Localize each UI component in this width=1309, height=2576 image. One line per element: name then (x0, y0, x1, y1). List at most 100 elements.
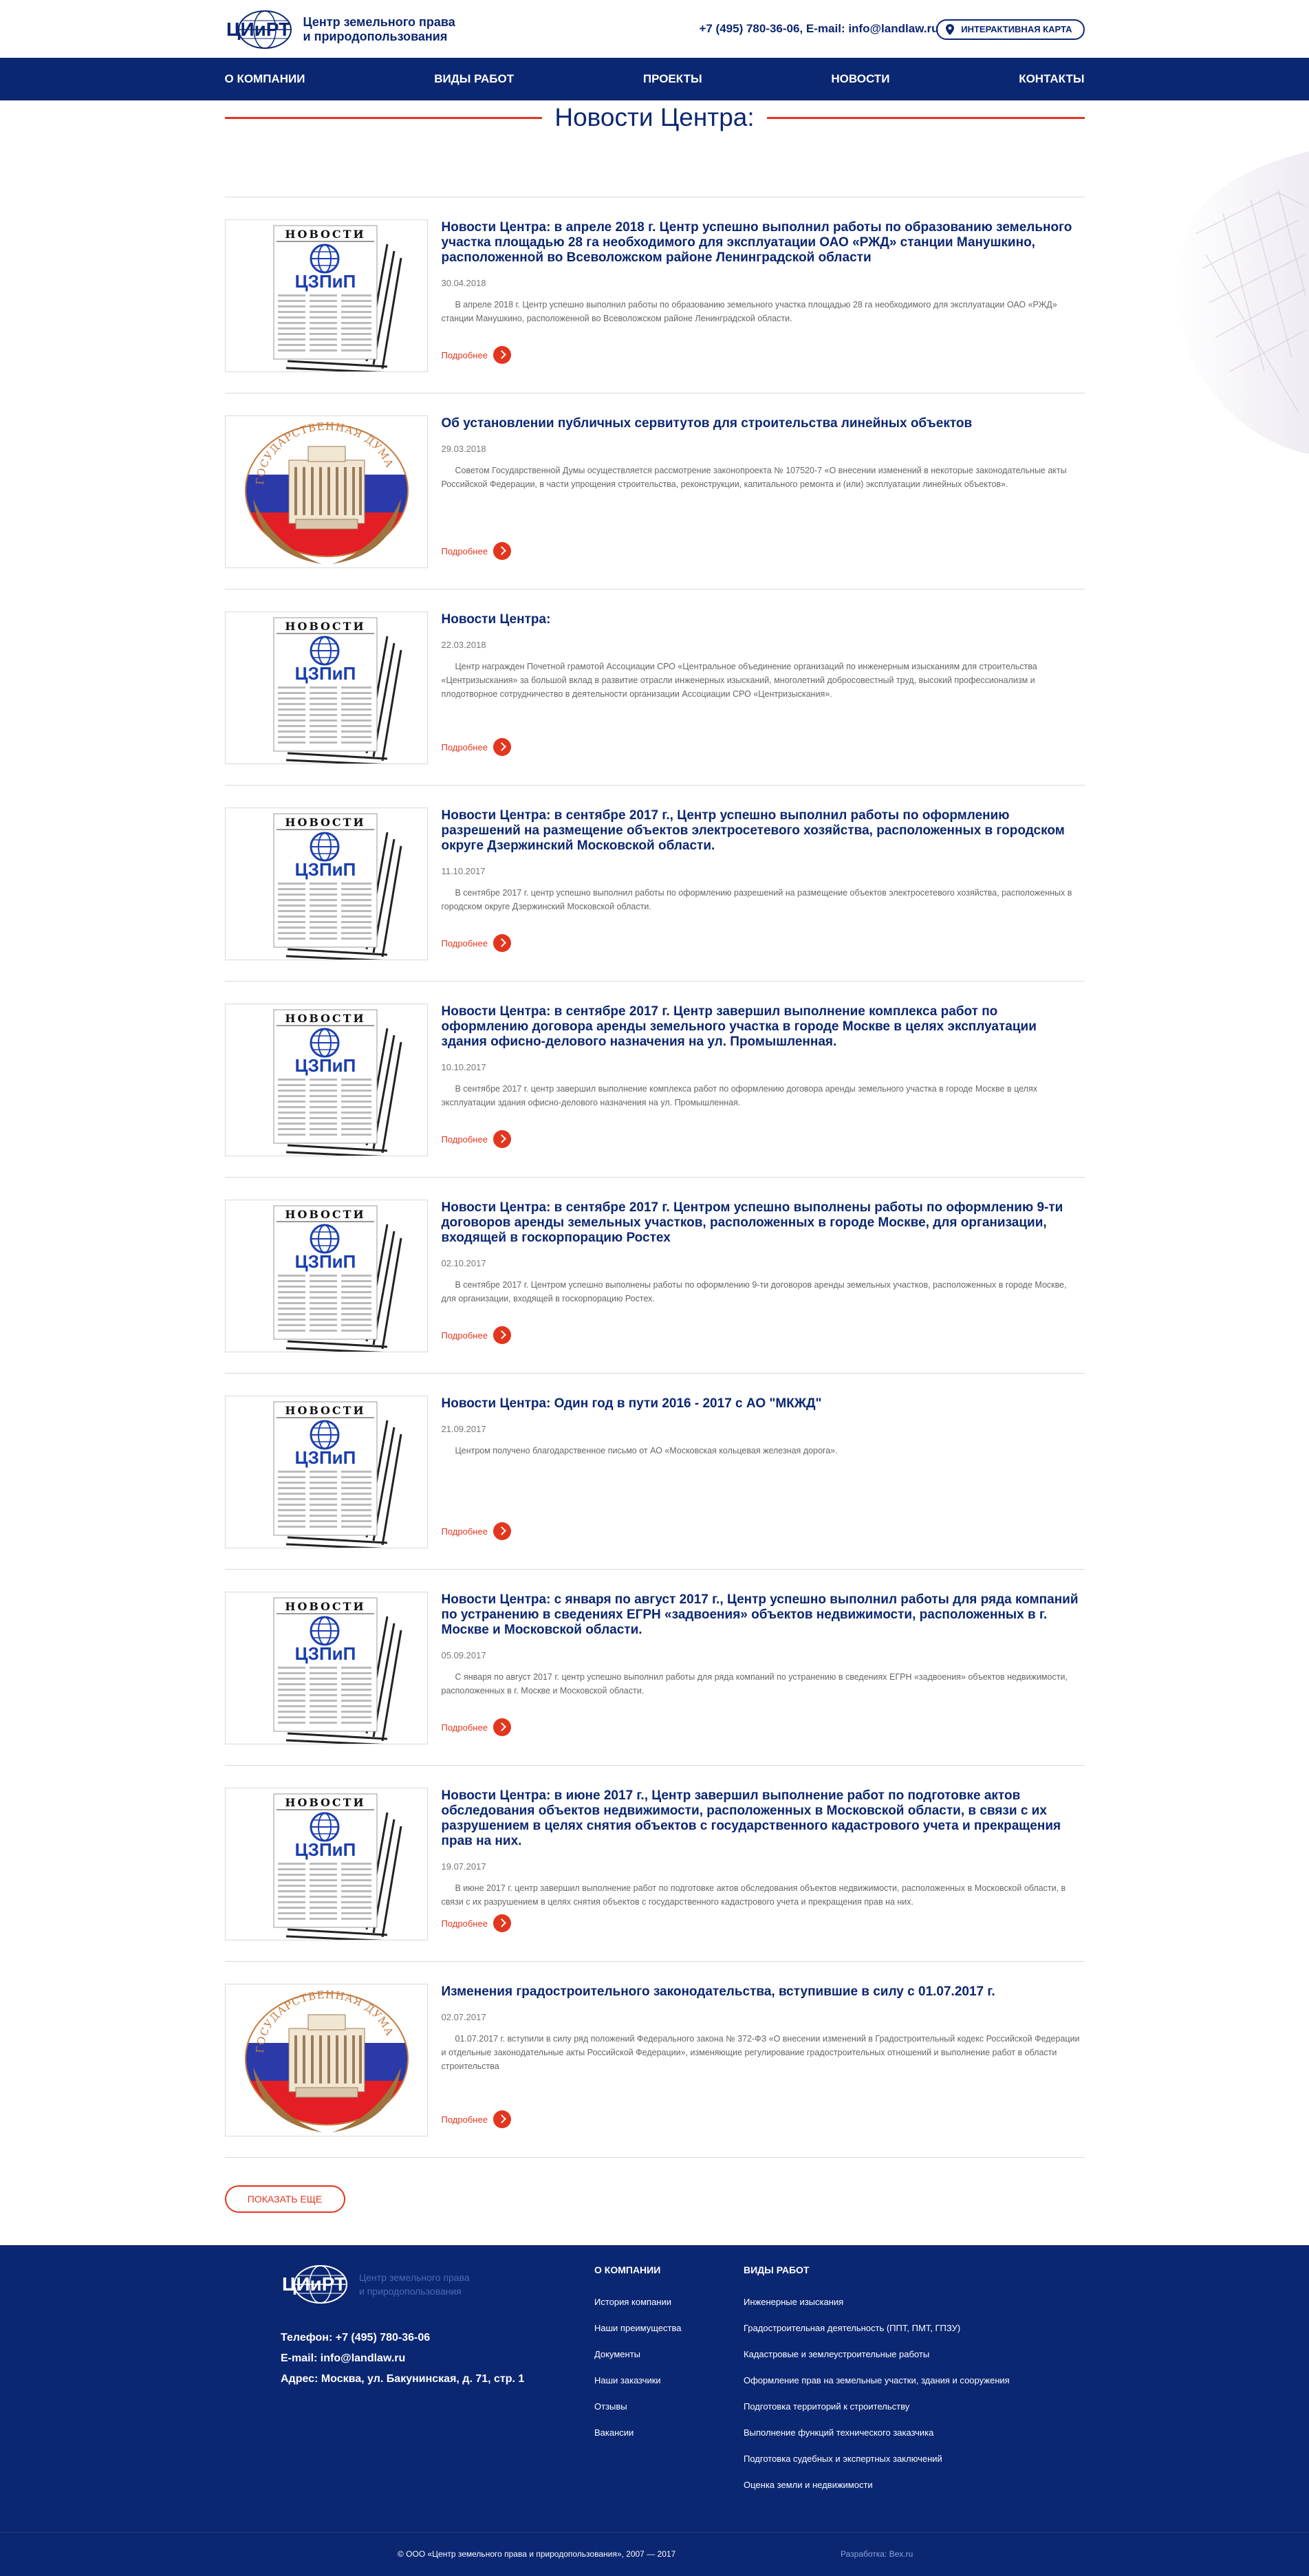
footer-contacts: Телефон: +7 (495) 780-36-06 E-mail: info… (281, 2328, 524, 2390)
news-date: 29.03.2018 (441, 444, 486, 454)
news-thumbnail[interactable]: НОВОСТИ ЦЗПиП (224, 611, 428, 764)
news-thumbnail[interactable]: ГОСУДАРСТВЕННАЯ ДУМА (224, 415, 428, 568)
newspaper-header: НОВОСТИ (285, 620, 365, 633)
news-title[interactable]: Новости Центра: в сентябре 2017 г., Цент… (442, 808, 1085, 854)
news-title[interactable]: Новости Центра: в июне 2017 г., Центр за… (442, 1788, 1085, 1849)
footer-link[interactable]: Градостроительная деятельность (ППТ, ПМТ… (744, 2315, 1010, 2341)
news-thumbnail[interactable]: НОВОСТИ ЦЗПиП (224, 1004, 428, 1156)
newspaper-header: НОВОСТИ (285, 1600, 365, 1613)
news-thumbnail[interactable]: НОВОСТИ ЦЗПиП (224, 1200, 428, 1352)
read-more-label: Подробнее (441, 1918, 488, 1929)
arrow-right-icon (493, 1914, 511, 1932)
news-title[interactable]: Новости Центра: в сентябре 2017 г. Центр… (442, 1004, 1085, 1050)
nav-item-about[interactable]: О компании (225, 72, 305, 86)
news-title[interactable]: Новости Центра: в апреле 2018 г. Центр у… (442, 220, 1085, 266)
footer-email[interactable]: E-mail: info@landlaw.ru (281, 2348, 524, 2369)
read-more-link[interactable]: Подробнее (442, 1914, 511, 1932)
nav-item-projects[interactable]: Проекты (643, 72, 702, 86)
newspaper-header: НОВОСТИ (285, 1796, 365, 1809)
footer-company-name: Центр земельного права и природопользова… (359, 2271, 470, 2298)
news-excerpt: В июне 2017 г. центр завершил выполнение… (441, 1883, 1066, 1907)
read-more-label: Подробнее (441, 938, 488, 949)
news-excerpt: С января по август 2017 г. центр успешно… (441, 1672, 1068, 1696)
footer-developer-link[interactable]: Разработка: Bex.ru (841, 2549, 913, 2559)
read-more-label: Подробнее (441, 349, 488, 360)
news-title[interactable]: Об установлении публичных сервитутов для… (442, 416, 1085, 431)
newspaper-image: НОВОСТИ ЦЗПиП (273, 1793, 402, 1940)
footer-link[interactable]: История компании (594, 2289, 682, 2315)
read-more-label: Подробнее (441, 2114, 488, 2125)
newspaper-header: НОВОСТИ (285, 1208, 365, 1221)
newspaper-logo: ЦЗПиП (294, 663, 356, 684)
news-title[interactable]: Изменения градостроительного законодател… (442, 1984, 1085, 2000)
company-name-line1: Центр земельного права (303, 15, 455, 29)
read-more-link[interactable]: Подробнее (442, 934, 511, 952)
read-more-link[interactable]: Подробнее (442, 1718, 511, 1736)
news-thumbnail[interactable]: НОВОСТИ ЦЗПиП (224, 1396, 428, 1548)
read-more-link[interactable]: Подробнее (442, 1130, 511, 1148)
map-pin-icon (946, 24, 955, 35)
news-thumbnail[interactable]: НОВОСТИ ЦЗПиП (224, 808, 428, 960)
newspaper-header: НОВОСТИ (285, 228, 365, 241)
nav-item-services[interactable]: Виды работ (434, 72, 514, 86)
interactive-map-label: Интерактивная карта (961, 24, 1072, 34)
header-email[interactable]: E-mail: info@landlaw.ru (806, 22, 939, 35)
footer-link[interactable]: Вакансии (594, 2420, 682, 2446)
footer-link[interactable]: Наши заказчики (594, 2368, 682, 2394)
footer-link[interactable]: Наши преимущества (594, 2315, 682, 2341)
news-item: НОВОСТИ ЦЗПиП Новости Центра: Один год в… (224, 1374, 1085, 1570)
footer-link[interactable]: Оформление прав на земельные участки, зд… (744, 2368, 1010, 2394)
footer-link[interactable]: Подготовка судебных и экспертных заключе… (744, 2446, 1010, 2472)
news-title[interactable]: Новости Центра: Один год в пути 2016 - 2… (442, 1396, 1085, 1411)
footer-copyright: © ООО «Центр земельного права и природоп… (398, 2549, 676, 2559)
footer-logo-text: ЦИиРТ (282, 2273, 346, 2295)
footer-link[interactable]: Подготовка территорий к строительству (744, 2394, 1010, 2420)
footer-col-services-title[interactable]: Виды работ (744, 2264, 1010, 2275)
read-more-link[interactable]: Подробнее (442, 1326, 511, 1344)
read-more-link[interactable]: Подробнее (442, 346, 511, 364)
news-excerpt: В апреле 2018 г. Центр успешно выполнил … (441, 300, 1057, 323)
read-more-label: Подробнее (441, 1330, 488, 1341)
news-excerpt: В сентябре 2017 г. центр завершил выполн… (441, 1084, 1037, 1107)
news-title[interactable]: Новости Центра: в сентябре 2017 г. Центр… (442, 1200, 1085, 1246)
footer-company-line1: Центр земельного права (359, 2272, 470, 2283)
news-thumbnail[interactable]: ГОСУДАРСТВЕННАЯ ДУМА (224, 1984, 428, 2136)
footer-link[interactable]: Выполнение функций технического заказчик… (744, 2420, 1010, 2446)
footer-link[interactable]: Оценка земли и недвижимости (744, 2472, 1010, 2498)
news-thumbnail[interactable]: НОВОСТИ ЦЗПиП (224, 1788, 428, 1940)
footer-address: Адрес: Москва, ул. Бакунинская, д. 71, с… (281, 2373, 525, 2385)
news-title[interactable]: Новости Центра: (442, 612, 1085, 627)
news-thumbnail[interactable]: НОВОСТИ ЦЗПиП (224, 1592, 428, 1744)
footer-link[interactable]: Кадастровые и землеустроительные работы (744, 2341, 1010, 2368)
read-more-link[interactable]: Подробнее (442, 2110, 511, 2128)
footer-col-about-title[interactable]: О компании (594, 2264, 682, 2275)
decorative-city-image (1178, 151, 1309, 454)
news-excerpt: В сентябре 2017 г. Центром успешно выпол… (441, 1280, 1067, 1303)
arrow-right-icon (493, 542, 511, 560)
news-date: 11.10.2017 (441, 866, 486, 876)
footer-link[interactable]: Документы (594, 2341, 682, 2368)
read-more-label: Подробнее (441, 742, 488, 753)
footer-link[interactable]: Отзывы (594, 2394, 682, 2420)
news-thumbnail[interactable]: НОВОСТИ ЦЗПиП (224, 219, 428, 372)
newspaper-image: НОВОСТИ ЦЗПиП (273, 1009, 402, 1156)
news-item: НОВОСТИ ЦЗПиП Новости Центра: в сентябре… (224, 786, 1085, 982)
read-more-link[interactable]: Подробнее (442, 738, 511, 756)
news-title[interactable]: Новости Центра: с января по август 2017 … (442, 1592, 1085, 1638)
newspaper-logo: ЦЗПиП (294, 1643, 356, 1664)
nav-item-contacts[interactable]: Контакты (1019, 72, 1084, 86)
footer-logo[interactable]: ЦИиРТ Центр земельного права и природопо… (281, 2264, 470, 2304)
read-more-link[interactable]: Подробнее (442, 1522, 511, 1540)
newspaper-image: НОВОСТИ ЦЗПиП (273, 1205, 402, 1352)
footer-phone[interactable]: Телефон: +7 (495) 780-36-06 (281, 2328, 524, 2348)
arrow-right-icon (493, 1326, 511, 1344)
show-more-button[interactable]: Показать еще (224, 2185, 345, 2213)
header-phone[interactable]: +7 (495) 780-36-06, (699, 22, 803, 35)
interactive-map-button[interactable]: Интерактивная карта (936, 19, 1085, 40)
read-more-link[interactable]: Подробнее (442, 542, 511, 560)
nav-item-news[interactable]: Новости (831, 72, 889, 86)
site-logo[interactable]: ЦИиРТ Центр земельного права и природопо… (225, 10, 455, 50)
footer-link[interactable]: Инженерные изыскания (744, 2289, 1010, 2315)
arrow-right-icon (493, 346, 511, 364)
newspaper-image: НОВОСТИ ЦЗПиП (273, 225, 402, 371)
